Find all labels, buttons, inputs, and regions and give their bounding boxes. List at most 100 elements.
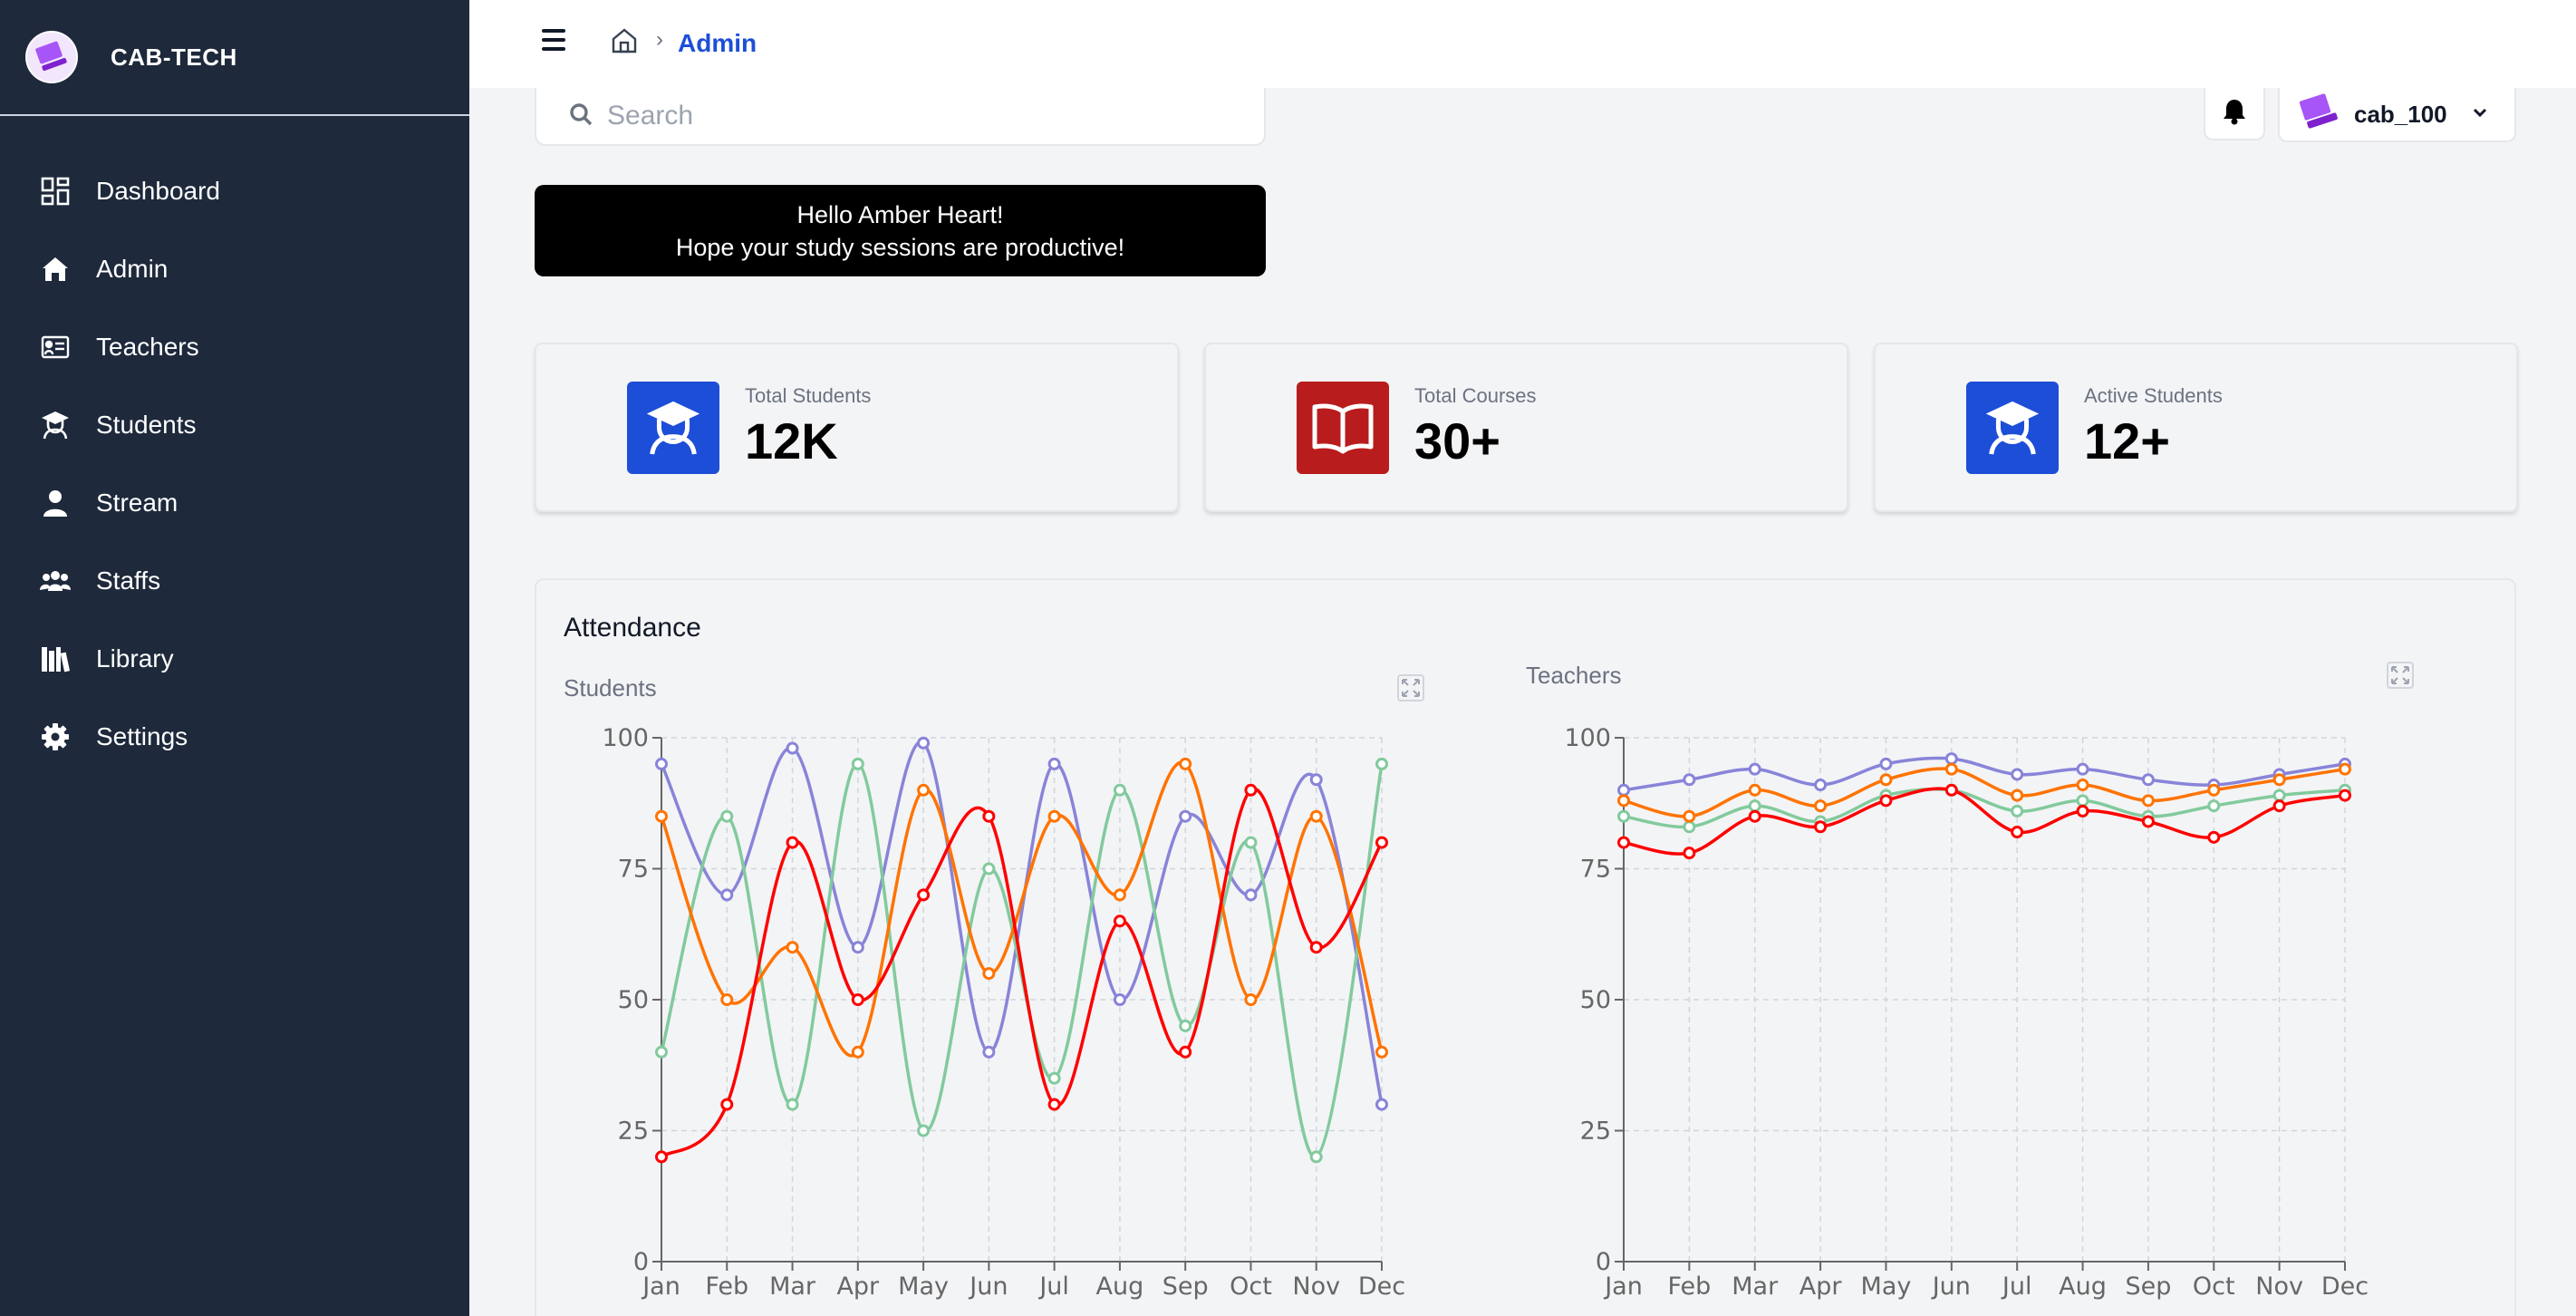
x-tick-label: Nov — [2255, 1272, 2303, 1301]
data-point — [2011, 826, 2024, 839]
data-point — [1683, 847, 1696, 860]
sidebar-item-students[interactable]: Students — [0, 386, 469, 464]
bell-icon — [2222, 98, 2247, 130]
data-point — [1814, 779, 1828, 792]
sidebar: CAB-TECH Dashboard Admin Teachers Studen… — [0, 0, 469, 1316]
sidebar-item-teachers[interactable]: Teachers — [0, 308, 469, 386]
sidebar-item-label: Admin — [96, 255, 169, 283]
stat-caption: Total Courses — [1414, 384, 1537, 407]
sidebar-item-staffs[interactable]: Staffs — [0, 542, 469, 620]
stat-caption: Active Students — [2084, 384, 2223, 407]
data-point — [2207, 799, 2221, 813]
brand: CAB-TECH — [0, 0, 469, 116]
data-point — [1879, 794, 1893, 808]
data-point — [1617, 794, 1630, 808]
y-tick-label: 50 — [1580, 986, 1611, 1014]
stat-card-total-courses: Total Courses 30+ — [1204, 343, 1848, 512]
attendance-panel: Attendance Students Teachers 0 25 50 75 100 J… — [535, 578, 2516, 1316]
chart-grid — [1624, 737, 2346, 1262]
greeting-line-1: Hello Amber Heart! — [796, 200, 1004, 228]
users-group-icon — [40, 566, 71, 596]
notifications-button[interactable] — [2204, 88, 2265, 140]
sidebar-item-dashboard[interactable]: Dashboard — [0, 152, 469, 230]
gear-icon — [40, 721, 71, 752]
data-point — [2011, 768, 2024, 781]
data-point — [2272, 799, 2286, 813]
avatar — [2294, 92, 2340, 138]
menu-toggle-icon[interactable] — [542, 29, 565, 51]
dashboard-icon — [40, 176, 71, 207]
data-point — [1617, 809, 1630, 823]
data-point — [2339, 762, 2351, 776]
series-line — [1623, 767, 2346, 818]
data-point — [2272, 789, 2286, 802]
data-point — [2207, 830, 2221, 844]
data-point — [1814, 799, 1828, 813]
data-point — [2141, 794, 2155, 808]
breadcrumb-home-icon[interactable] — [611, 27, 638, 59]
data-point — [1683, 809, 1696, 823]
sidebar-item-stream[interactable]: Stream — [0, 464, 469, 542]
data-point — [1879, 773, 1893, 787]
x-tick-label: Jun — [1931, 1272, 1971, 1301]
user-menu[interactable]: cab_100 — [2278, 88, 2516, 142]
stat-value: 30+ — [1414, 412, 1500, 469]
x-tick-label: Feb — [1667, 1272, 1711, 1301]
x-tick-label: Jul — [2001, 1272, 2032, 1301]
top-header: › Admin — [469, 0, 2576, 88]
stat-card-total-students: Total Students 12K — [535, 343, 1179, 512]
greeting-line-2: Hope your study sessions are productive! — [675, 233, 1125, 261]
x-tick-label: Sep — [2125, 1272, 2171, 1301]
sidebar-item-label: Stream — [96, 489, 178, 517]
data-point — [1748, 799, 1761, 813]
brand-logo-icon[interactable] — [25, 31, 78, 83]
sidebar-item-library[interactable]: Library — [0, 620, 469, 698]
sidebar-item-label: Teachers — [96, 333, 199, 361]
x-tick-label: Jan — [1603, 1272, 1643, 1301]
data-point — [2076, 779, 2089, 792]
data-point — [1683, 820, 1696, 834]
graduate-icon — [627, 381, 719, 474]
data-point — [1879, 757, 1893, 770]
data-point — [2011, 789, 2024, 802]
chevron-down-icon — [2473, 106, 2487, 122]
stat-caption: Total Students — [745, 384, 872, 407]
search-icon — [569, 102, 593, 131]
search-box — [535, 88, 1266, 146]
stat-card-active-students: Active Students 12+ — [1874, 343, 2518, 512]
data-point — [2076, 762, 2089, 776]
y-tick-label: 100 — [1564, 724, 1611, 752]
user-icon — [40, 488, 71, 518]
data-point — [2141, 773, 2155, 787]
x-tick-label: Mar — [1732, 1272, 1779, 1301]
student-icon — [40, 410, 71, 440]
sidebar-item-admin[interactable]: Admin — [0, 230, 469, 308]
x-tick-label: Apr — [1799, 1272, 1843, 1301]
sidebar-nav: Dashboard Admin Teachers Students Stream — [0, 152, 469, 776]
data-point — [1683, 773, 1696, 787]
data-point — [2207, 783, 2221, 797]
sidebar-item-label: Library — [96, 644, 174, 673]
data-point — [2076, 804, 2089, 818]
sidebar-item-settings[interactable]: Settings — [0, 698, 469, 776]
x-tick-label: May — [1861, 1272, 1912, 1301]
sidebar-item-label: Staffs — [96, 566, 161, 595]
user-name: cab_100 — [2354, 100, 2447, 128]
data-point — [1617, 836, 1630, 849]
home-icon — [40, 254, 71, 285]
x-tick-label: Aug — [2059, 1272, 2107, 1301]
x-tick-label: Dec — [2321, 1272, 2369, 1301]
data-point — [1748, 762, 1761, 776]
sidebar-item-label: Dashboard — [96, 177, 220, 205]
data-point — [1944, 752, 1958, 766]
data-point — [1748, 809, 1761, 823]
data-point — [2339, 789, 2351, 802]
data-point — [1748, 783, 1761, 797]
data-point — [1814, 820, 1828, 834]
series-line — [1623, 787, 2346, 829]
breadcrumb-current[interactable]: Admin — [678, 29, 757, 58]
data-point — [2272, 773, 2286, 787]
search-input[interactable] — [607, 101, 1223, 131]
sidebar-item-label: Settings — [96, 722, 188, 750]
data-point — [1617, 783, 1630, 797]
